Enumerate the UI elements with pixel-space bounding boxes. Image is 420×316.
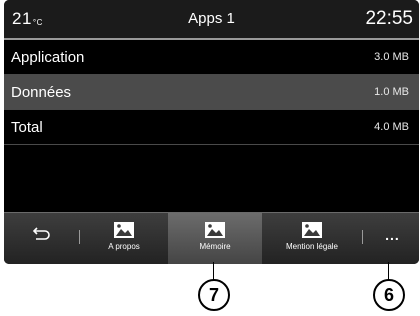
bottom-toolbar: A propos Mémoire Mention légale ... <box>4 212 419 264</box>
list-item-label: Application <box>11 49 85 66</box>
tab-about-label: A propos <box>108 242 140 251</box>
tab-memory[interactable]: Mémoire <box>168 213 262 264</box>
page-title: Apps 1 <box>188 10 235 27</box>
more-icon: ... <box>385 227 400 243</box>
list-item-value: 4.0 MB <box>374 121 409 133</box>
tab-legal-notice[interactable]: Mention légale <box>264 213 360 264</box>
memory-list: Application 3.0 MB Données 1.0 MB Total … <box>4 40 419 145</box>
clock: 22:55 <box>365 8 413 29</box>
tab-memory-label: Mémoire <box>199 242 231 251</box>
image-icon <box>205 222 225 238</box>
tab-legal-notice-label: Mention légale <box>285 242 339 251</box>
callout-pointer-memory <box>213 262 214 280</box>
list-item-label: Données <box>11 84 72 101</box>
tab-about[interactable]: A propos <box>84 213 164 264</box>
callout-memory: 7 <box>198 279 230 311</box>
back-button[interactable] <box>4 213 76 264</box>
list-item-application: Application 3.0 MB <box>4 40 419 75</box>
callout-more-options: 6 <box>373 279 405 311</box>
list-item-value: 3.0 MB <box>374 51 409 63</box>
infotainment-screen: 21°C Apps 1 22:55 Application 3.0 MB Don… <box>4 0 419 264</box>
image-icon <box>114 222 134 238</box>
status-bar: 21°C Apps 1 22:55 <box>4 0 419 40</box>
toolbar-divider <box>362 230 363 244</box>
image-icon <box>302 222 322 238</box>
list-item-total: Total 4.0 MB <box>4 110 419 145</box>
list-item-donnees: Données 1.0 MB <box>4 75 419 110</box>
callout-pointer-more <box>388 262 389 280</box>
more-options-button[interactable]: ... <box>366 213 419 264</box>
toolbar-divider <box>79 230 80 244</box>
back-arrow-icon <box>32 227 50 240</box>
list-item-value: 1.0 MB <box>374 86 409 98</box>
list-item-label: Total <box>11 119 43 136</box>
